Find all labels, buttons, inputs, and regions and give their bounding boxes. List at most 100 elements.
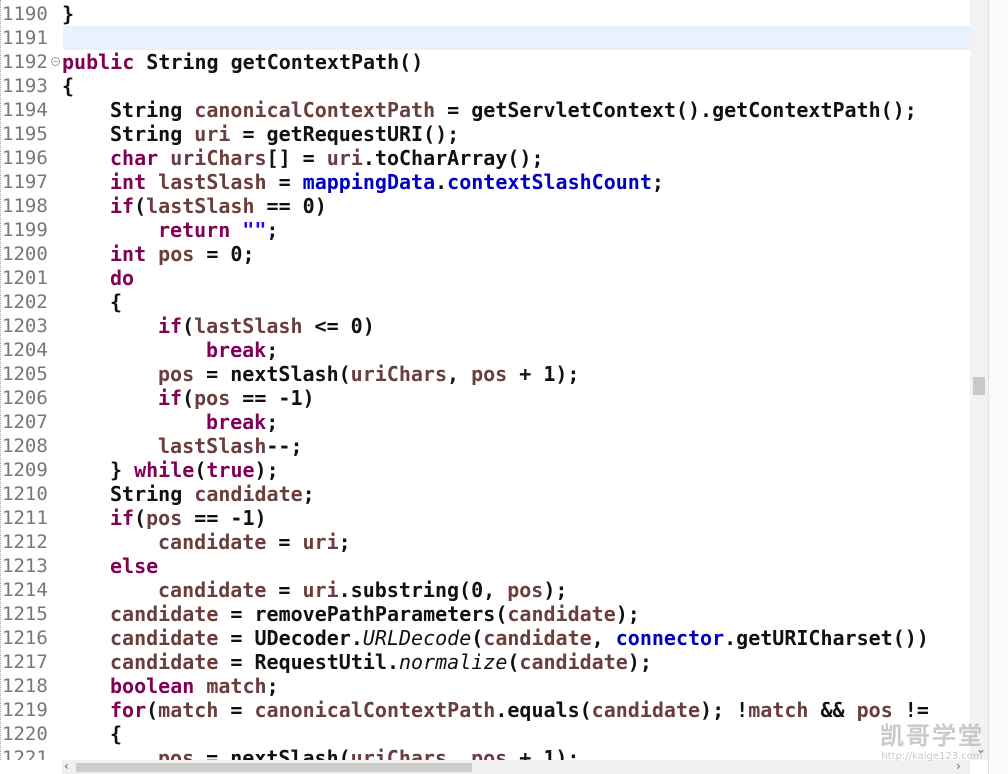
fold-collapse-icon[interactable]: − <box>51 57 60 66</box>
code-text: = removePathParameters( <box>218 602 508 626</box>
code-line[interactable]: 1193 { <box>1 74 971 98</box>
code-line[interactable]: 1217 candidate = RequestUtil.normalize(ca… <box>1 650 971 674</box>
local-variable: match <box>748 698 809 722</box>
line-number: 1204 <box>2 339 48 361</box>
horizontal-scrollbar-thumb[interactable] <box>76 763 472 772</box>
code-line[interactable]: 1210 String candidate; <box>1 482 971 506</box>
code-line[interactable]: 1200 int pos = 0; <box>1 242 971 266</box>
code-text: = <box>218 698 255 722</box>
local-variable: uriChars <box>350 746 447 760</box>
code-text: } <box>62 2 75 26</box>
code-text: ( <box>182 314 195 338</box>
vertical-scrollbar-thumb[interactable] <box>973 377 985 395</box>
code-line[interactable]: 1195 String uri = getRequestURI(); <box>1 122 971 146</box>
code-text: String <box>110 98 195 122</box>
code-line[interactable]: 1191 <box>1 26 971 50</box>
local-variable: uriChars <box>170 146 267 170</box>
code-content: boolean match; <box>110 674 279 698</box>
line-number: 1211 <box>2 507 48 529</box>
code-line[interactable]: 1216 candidate = UDecoder.URLDecode(candi… <box>1 626 971 650</box>
code-content: lastSlash--; <box>158 434 303 458</box>
code-content: { <box>110 290 122 314</box>
code-content: candidate = uri.substring(0, pos); <box>158 578 567 602</box>
code-content: candidate = UDecoder.URLDecode(candidate… <box>110 626 929 650</box>
code-line[interactable]: 1211 if(pos == -1) <box>1 506 971 530</box>
code-content: } <box>62 2 74 26</box>
code-content: for(match = canonicalContextPath.equals(… <box>110 698 929 722</box>
field: mappingData <box>302 170 436 194</box>
code-text: ); <box>254 458 279 482</box>
keyword: int <box>110 170 147 194</box>
code-content: break; <box>206 338 278 362</box>
code-text: = 0; <box>194 242 255 266</box>
keyword: true <box>206 458 255 482</box>
horizontal-scrollbar[interactable]: ‹ › <box>62 759 970 774</box>
local-variable: match <box>158 698 219 722</box>
local-variable: uri <box>326 146 363 170</box>
code-text: } <box>110 458 135 482</box>
local-variable: lastSlash <box>158 170 267 194</box>
code-text: == -1) <box>182 506 267 530</box>
code-line[interactable]: 1198 if(lastSlash == 0) <box>1 194 971 218</box>
keyword: if <box>110 506 135 530</box>
line-number: 1213 <box>2 555 48 577</box>
code-content: break; <box>206 410 278 434</box>
local-variable: pos <box>507 578 544 602</box>
code-line[interactable]: 1192− public String getContextPath() <box>1 50 971 74</box>
code-line[interactable]: 1220 { <box>1 722 971 746</box>
code-line[interactable]: 1207 break; <box>1 410 971 434</box>
code-line[interactable]: 1196 char uriChars[] = uri.toCharArray(); <box>1 146 971 170</box>
code-line[interactable]: 1202 { <box>1 290 971 314</box>
code-text: ; <box>302 482 315 506</box>
local-variable: candidate <box>519 650 628 674</box>
code-line[interactable]: 1219 for(match = canonicalContextPath.equ… <box>1 698 971 722</box>
code-content: candidate = uri; <box>158 530 351 554</box>
code-text: { <box>110 722 123 746</box>
code-line[interactable]: 1221 pos = nextSlash(uriChars, pos + 1); <box>1 746 971 760</box>
code-line[interactable]: 1214 candidate = uri.substring(0, pos); <box>1 578 971 602</box>
code-text: String <box>110 482 195 506</box>
local-variable: lastSlash <box>146 194 255 218</box>
local-variable: match <box>206 674 267 698</box>
code-text: ( <box>471 626 484 650</box>
code-content: if(lastSlash <= 0) <box>158 314 375 338</box>
code-line[interactable]: 1206 if(pos == -1) <box>1 386 971 410</box>
code-text: = nextSlash( <box>194 362 351 386</box>
code-line[interactable]: 1194 String canonicalContextPath = getSer… <box>1 98 971 122</box>
code-text: = <box>266 578 303 602</box>
code-text: = <box>266 530 303 554</box>
code-line[interactable]: 1201 do <box>1 266 971 290</box>
scroll-left-arrow-icon[interactable]: ‹ <box>64 759 69 773</box>
code-text: ; <box>266 338 279 362</box>
code-line[interactable]: 1203 if(lastSlash <= 0) <box>1 314 971 338</box>
code-text: ); <box>543 578 568 602</box>
line-number: 1201 <box>2 267 48 289</box>
code-text: ); <box>627 650 652 674</box>
vertical-scrollbar[interactable] <box>970 0 988 760</box>
code-line[interactable]: 1218 boolean match; <box>1 674 971 698</box>
line-number: 1208 <box>2 435 48 457</box>
code-line[interactable]: 1204 break; <box>1 338 971 362</box>
code-text: ); ! <box>700 698 749 722</box>
code-line[interactable]: 1209} while(true); <box>1 458 971 482</box>
code-content: String candidate; <box>110 482 315 506</box>
local-variable: pos <box>471 746 508 760</box>
local-variable: candidate <box>110 626 219 650</box>
code-content: { <box>110 722 122 746</box>
code-content: if(pos == -1) <box>110 506 267 530</box>
code-editor[interactable]: 1190} 1191 1192− public String getContextPa… <box>0 0 971 760</box>
line-number: 1212 <box>2 531 48 553</box>
code-line[interactable]: 1212 candidate = uri; <box>1 530 971 554</box>
code-line[interactable]: 1208 lastSlash--; <box>1 434 971 458</box>
line-number: 1207 <box>2 411 48 433</box>
code-line[interactable]: 1215 candidate = removePathParameters(can… <box>1 602 971 626</box>
line-number: 1203 <box>2 315 48 337</box>
code-line[interactable]: 1197 int lastSlash = mappingData.contextS… <box>1 170 971 194</box>
local-variable: candidate <box>194 482 303 506</box>
code-line[interactable]: 1199 return ""; <box>1 218 971 242</box>
code-line[interactable]: 1205 pos = nextSlash(uriChars, pos + 1); <box>1 362 971 386</box>
line-number: 1217 <box>2 651 48 673</box>
code-line[interactable]: 1213 else <box>1 554 971 578</box>
code-line[interactable]: 1190} <box>1 2 971 26</box>
